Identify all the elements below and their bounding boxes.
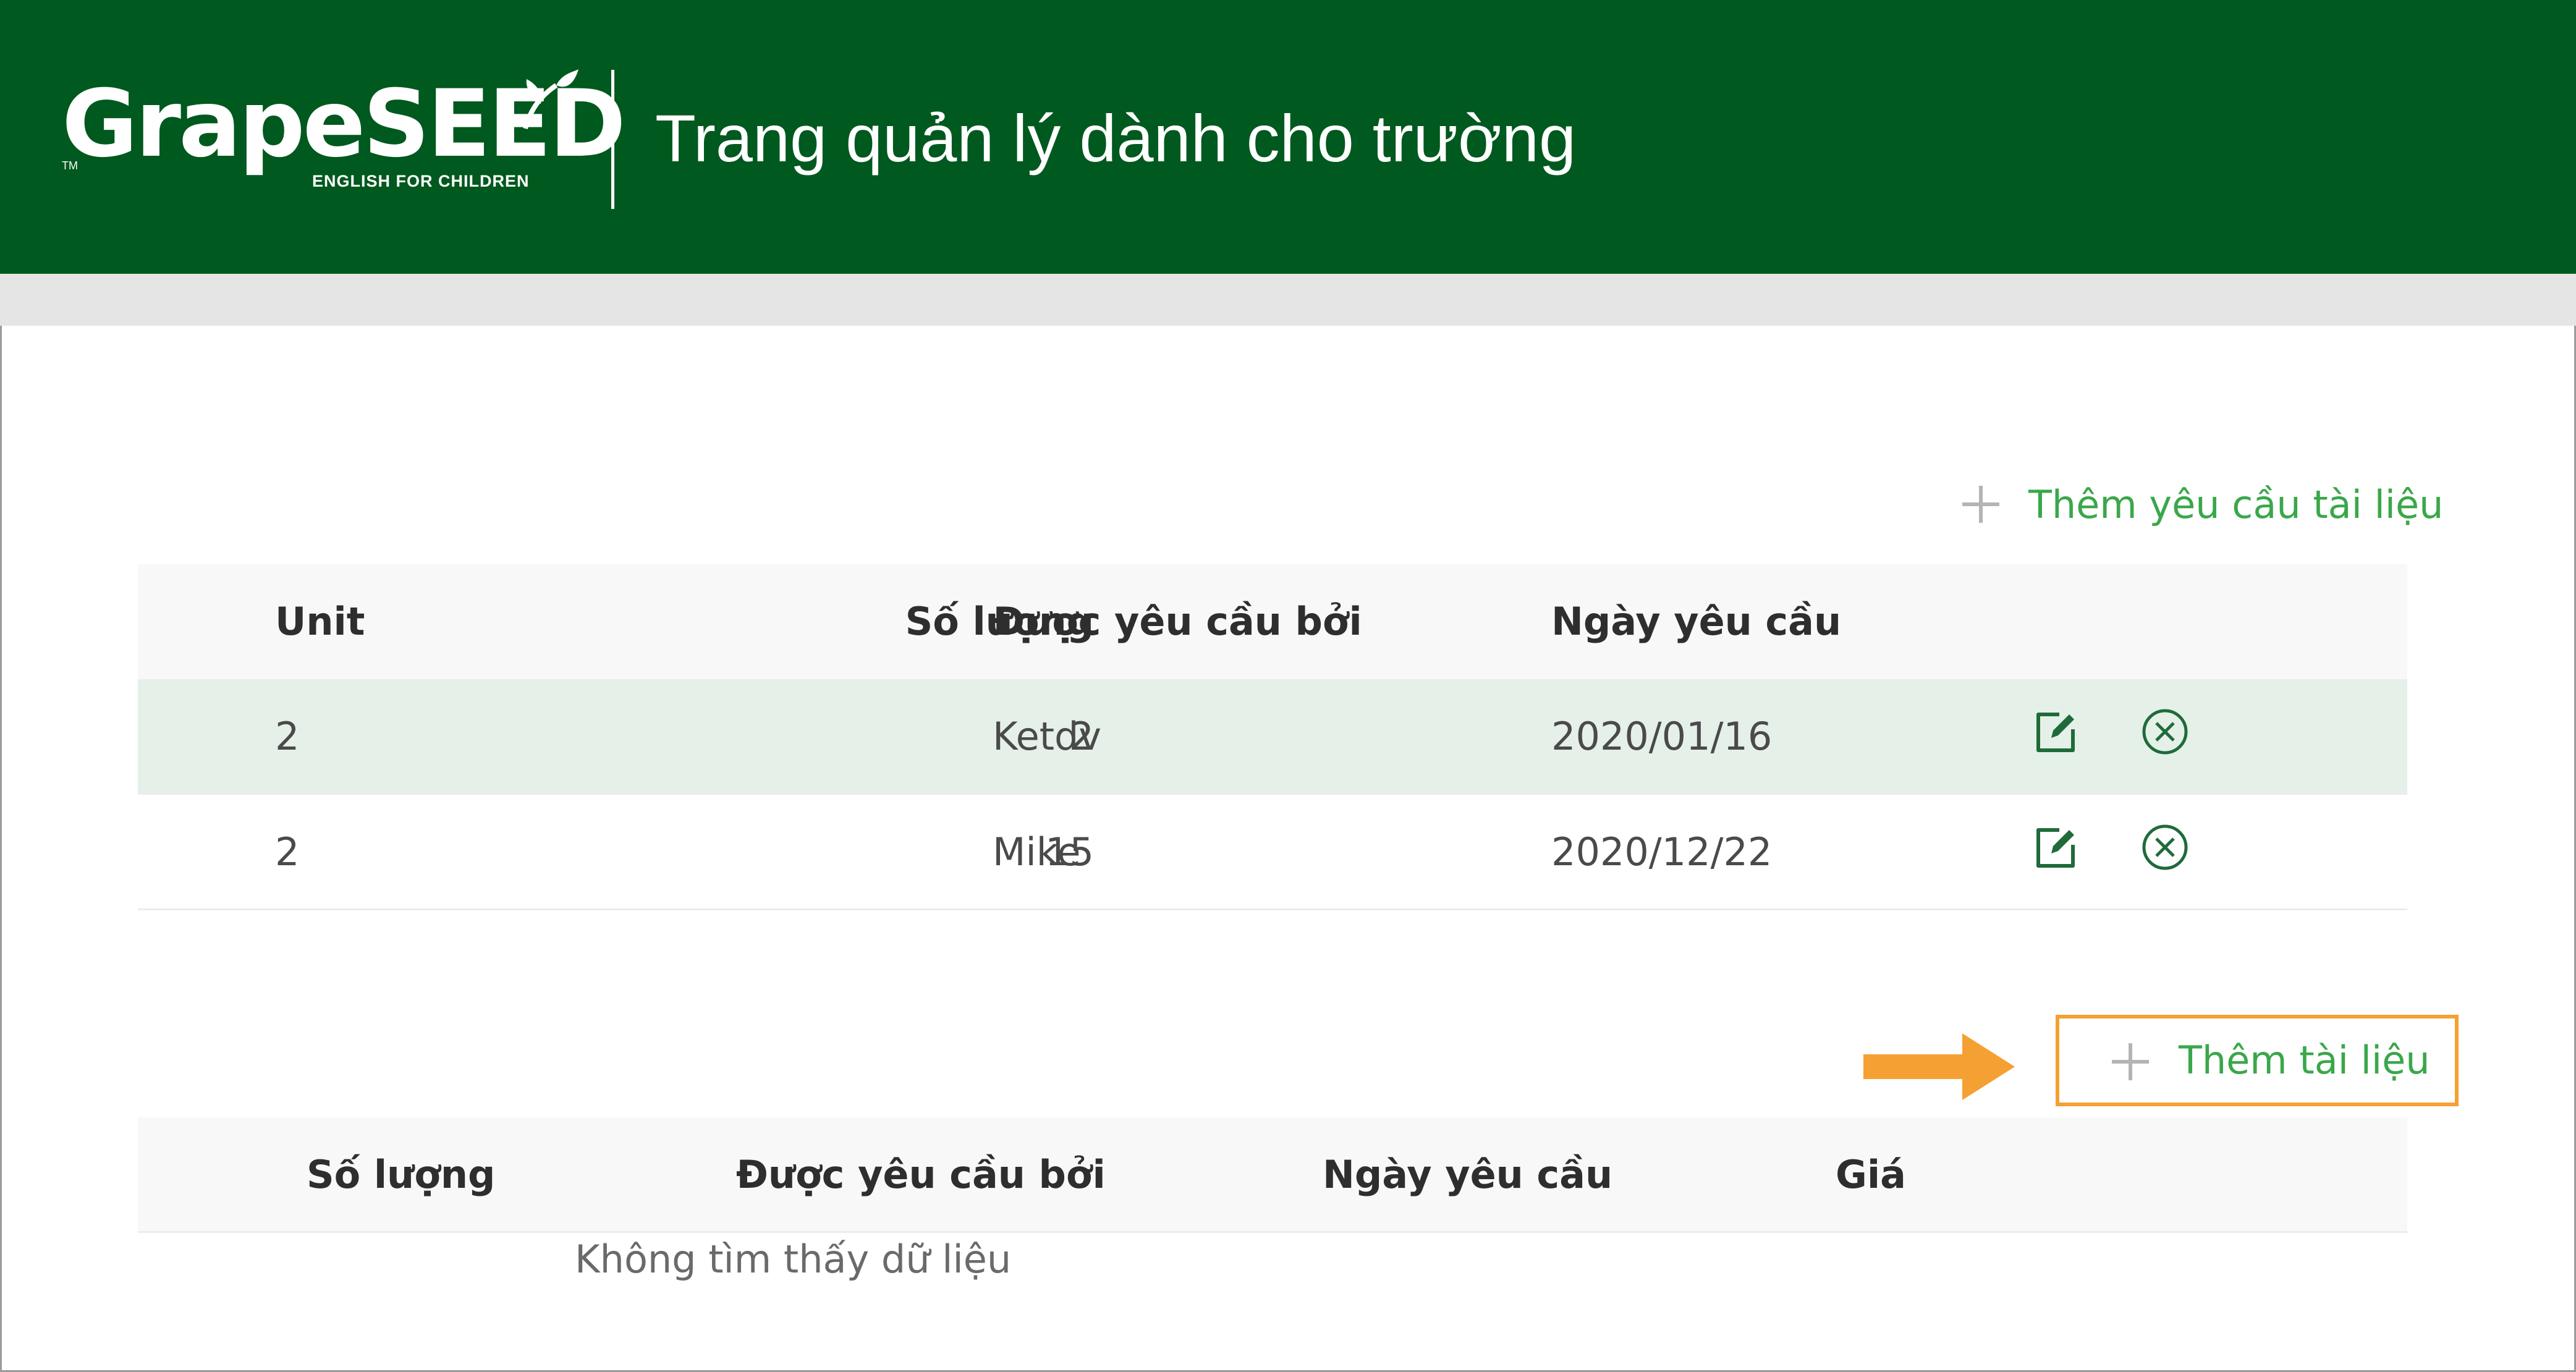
column-header-quantity[interactable]: Số lượng <box>307 1150 495 1200</box>
cell-unit: 2 <box>275 714 300 759</box>
delete-circle-x-icon[interactable] <box>2140 823 2190 872</box>
empty-state-message: Không tìm thấy dữ liệu <box>575 1237 1012 1282</box>
table-row[interactable]: 2 2 Ketdv 2020/01/16 <box>138 679 2407 795</box>
table-row[interactable]: 2 15 Mike 2020/12/22 <box>138 795 2407 910</box>
logo-tagline: ENGLISH FOR CHILDREN <box>312 172 530 190</box>
cell-unit: 2 <box>275 829 300 874</box>
plus-icon <box>1962 486 1999 523</box>
plus-icon <box>2112 1043 2149 1080</box>
column-header-request-date[interactable]: Ngày yêu cầu <box>1323 1150 1612 1200</box>
logo-trademark: TM <box>62 159 78 172</box>
column-header-unit[interactable]: Unit <box>275 597 365 646</box>
edit-icon[interactable] <box>2031 823 2080 872</box>
table-header: Unit Số lượng Được yêu cầu bởi Ngày yêu … <box>138 564 2407 679</box>
column-header-requested-by[interactable]: Được yêu cầu bởi <box>993 597 1362 646</box>
delete-circle-x-icon[interactable] <box>2140 707 2190 756</box>
header-divider <box>611 70 614 209</box>
grapeseed-logo[interactable]: GrapeSEED TM ENGLISH FOR CHILDREN <box>62 67 626 197</box>
add-material-button[interactable]: Thêm tài liệu <box>2056 1015 2459 1106</box>
add-material-request-button[interactable]: Thêm yêu cầu tài liệu <box>1962 478 2443 531</box>
cell-request-date: 2020/12/22 <box>1551 829 1773 874</box>
edit-icon[interactable] <box>2031 707 2080 756</box>
cell-requested-by: Mike <box>993 829 1081 874</box>
cell-requested-by: Ketdv <box>993 714 1102 759</box>
add-material-request-label: Thêm yêu cầu tài liệu <box>2028 482 2444 527</box>
page-title: Trang quản lý dành cho trường <box>655 101 1577 176</box>
material-requests-table: Unit Số lượng Được yêu cầu bởi Ngày yêu … <box>138 564 2407 910</box>
app-header: GrapeSEED TM ENGLISH FOR CHILDREN Trang … <box>0 0 2576 274</box>
column-header-price[interactable]: Giá <box>1836 1150 1906 1200</box>
cell-request-date: 2020/01/16 <box>1551 714 1773 759</box>
sub-toolbar <box>0 274 2576 326</box>
leaf-icon <box>523 69 578 130</box>
materials-table: Số lượng Được yêu cầu bởi Ngày yêu cầu G… <box>138 1117 2407 1303</box>
column-header-request-date[interactable]: Ngày yêu cầu <box>1551 597 1841 646</box>
add-material-label: Thêm tài liệu <box>2179 1038 2430 1083</box>
callout-arrow-icon <box>1863 1033 2015 1100</box>
table-header: Số lượng Được yêu cầu bởi Ngày yêu cầu G… <box>138 1117 2407 1233</box>
column-header-requested-by[interactable]: Được yêu cầu bởi <box>736 1150 1106 1200</box>
